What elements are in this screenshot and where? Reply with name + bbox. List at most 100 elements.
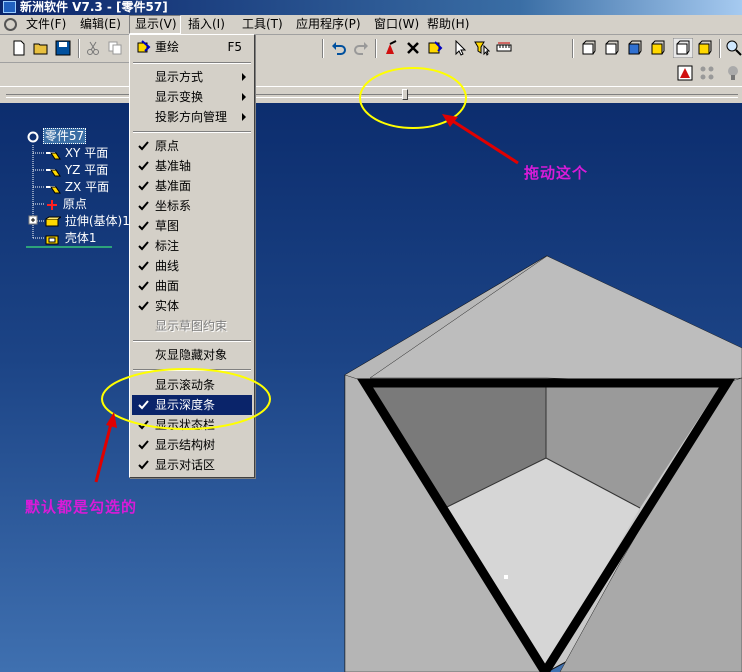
tree-item-yz-plane[interactable]: YZ 平面: [45, 162, 108, 178]
datum-plane-icon: [46, 168, 61, 176]
tree-item-extrude[interactable]: 拉伸(基体)1: [45, 213, 130, 229]
tree-item-label: 壳体1: [64, 231, 97, 245]
view-yellow-solid-icon[interactable]: [697, 40, 713, 56]
datum-plane-icon: [46, 185, 61, 193]
check-icon: [138, 460, 149, 470]
measure-icon[interactable]: [496, 40, 512, 56]
extrude-feature-icon: [45, 216, 61, 226]
menu-item-curve[interactable]: 曲线: [132, 256, 252, 276]
tree-end-marker: [26, 246, 112, 248]
submenu-arrow-icon: [242, 113, 246, 121]
menu-item-solid[interactable]: 实体: [132, 296, 252, 316]
light-bulb-icon[interactable]: [725, 65, 741, 81]
menu-item-show-scrollbar[interactable]: 显示滚动条: [132, 375, 252, 395]
filter-select-icon[interactable]: [474, 40, 490, 56]
check-icon: [138, 261, 149, 271]
menu-item-gray-hidden[interactable]: 灰显隐藏对象: [132, 345, 252, 365]
view-blue-icon[interactable]: [627, 40, 643, 56]
menu-view[interactable]: 显示(V): [129, 15, 181, 34]
menu-item-datum-axis[interactable]: 基准轴: [132, 156, 252, 176]
menu-item-show-status-bar[interactable]: 显示状态栏: [132, 415, 252, 435]
menu-item-show-structure-tree[interactable]: 显示结构树: [132, 435, 252, 455]
menu-item-projection-manager[interactable]: 投影方向管理: [132, 107, 252, 127]
select-pointer-icon[interactable]: [452, 40, 468, 56]
cut-icon[interactable]: [85, 40, 101, 56]
app-icon: [3, 1, 16, 13]
menu-insert[interactable]: 插入(I): [183, 15, 230, 34]
menu-item-origin[interactable]: 原点: [132, 136, 252, 156]
zoom-icon[interactable]: [726, 40, 742, 56]
tree-item-label: XY 平面: [64, 146, 109, 160]
model-viewport[interactable]: 零件57 XY 平面 YZ 平面 ZX 平面 原点 拉伸(基体)1 壳体1: [0, 103, 742, 672]
menu-help[interactable]: 帮助(H): [422, 15, 474, 34]
menu-separator: [133, 340, 251, 342]
check-icon: [138, 281, 149, 291]
menu-separator: [133, 62, 251, 64]
menu-item-show-depth-bar[interactable]: 显示深度条: [132, 395, 252, 415]
menu-item-coordinate-system[interactable]: 坐标系: [132, 196, 252, 216]
origin-icon: [47, 199, 57, 210]
annotation-drag-hint: 拖动这个: [524, 164, 589, 182]
copy-icon[interactable]: [107, 40, 123, 56]
check-icon: [138, 420, 149, 430]
check-icon: [138, 221, 149, 231]
gear-icon[interactable]: [4, 18, 17, 31]
depth-bar: [0, 86, 742, 104]
menu-item-show-dialog-area[interactable]: 显示对话区: [132, 455, 252, 475]
menu-item-datum-plane[interactable]: 基准面: [132, 176, 252, 196]
menu-item-dimension[interactable]: 标注: [132, 236, 252, 256]
toolbar-separator: [375, 39, 377, 58]
submenu-arrow-icon: [242, 93, 246, 101]
menu-item-surface[interactable]: 曲面: [132, 276, 252, 296]
undo-icon[interactable]: [331, 40, 347, 56]
submenu-arrow-icon: [242, 73, 246, 81]
toolbar-separator: [78, 39, 80, 58]
menu-separator: [133, 131, 251, 133]
view-shaded-icon[interactable]: [604, 40, 620, 56]
paint-icon[interactable]: [383, 40, 399, 56]
properties-icon[interactable]: [427, 40, 443, 56]
check-icon: [138, 201, 149, 211]
tree-item-label: ZX 平面: [64, 180, 110, 194]
tree-item-zx-plane[interactable]: ZX 平面: [45, 179, 109, 195]
tree-item-label: 原点: [62, 197, 87, 211]
menu-separator: [133, 369, 251, 371]
depth-slider-thumb[interactable]: [402, 89, 408, 100]
toolbar-separator: [322, 39, 324, 58]
open-folder-icon[interactable]: [33, 40, 49, 56]
menu-applications[interactable]: 应用程序(P): [291, 15, 366, 34]
save-icon[interactable]: [55, 40, 71, 56]
menu-edit[interactable]: 编辑(E): [75, 15, 126, 34]
new-file-icon[interactable]: [11, 40, 27, 56]
standard-toolbar: [0, 35, 742, 63]
toolbar-separator: [719, 39, 721, 58]
menu-item-sketch[interactable]: 草图: [132, 216, 252, 236]
title-bar: 新洲软件 V7.3 - [零件57]: [0, 0, 742, 15]
check-icon: [138, 440, 149, 450]
depth-track: [6, 94, 738, 98]
menu-item-sketch-constraints: 显示草图约束: [155, 319, 228, 333]
display-menu: 重绘 F5 显示方式 显示变换 投影方向管理 原点 基准轴 基准面 坐标系 草图…: [129, 34, 255, 478]
menu-window[interactable]: 窗口(W): [369, 15, 424, 34]
view-pressed-icon[interactable]: [673, 38, 693, 58]
annotation-default-checked: 默认都是勾选的: [25, 498, 138, 516]
dots-grid-icon[interactable]: [699, 65, 715, 81]
menu-item-redraw[interactable]: 重绘 F5: [132, 37, 252, 57]
datum-plane-icon: [46, 151, 61, 159]
menu-item-display-transform[interactable]: 显示变换: [132, 87, 252, 107]
redo-icon[interactable]: [353, 40, 369, 56]
tree-item-shell[interactable]: 壳体1: [45, 230, 96, 246]
delete-x-icon[interactable]: [405, 40, 421, 56]
menu-bar: 文件(F) 编辑(E) 显示(V) 插入(I) 工具(T) 应用程序(P) 窗口…: [0, 15, 742, 35]
view-yellow-icon[interactable]: [650, 40, 666, 56]
redraw-icon: [137, 40, 151, 53]
tree-item-xy-plane[interactable]: XY 平面: [45, 145, 108, 161]
view-front-icon[interactable]: [581, 40, 597, 56]
check-icon: [138, 301, 149, 311]
menu-item-display-mode[interactable]: 显示方式: [132, 67, 252, 87]
menu-file[interactable]: 文件(F): [21, 15, 71, 34]
tree-item-label: YZ 平面: [64, 163, 109, 177]
render-icon[interactable]: [677, 65, 693, 81]
tree-item-origin[interactable]: 原点: [45, 196, 87, 212]
menu-tools[interactable]: 工具(T): [237, 15, 288, 34]
